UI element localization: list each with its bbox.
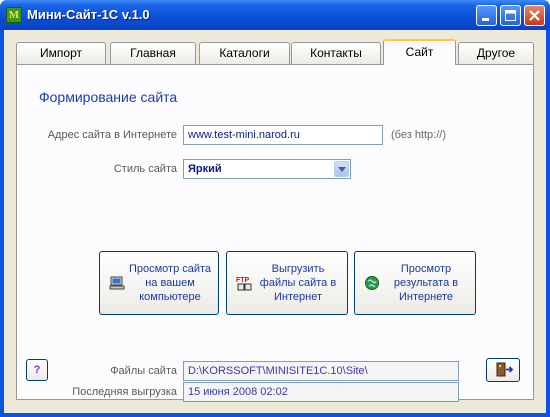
site-style-select[interactable]: Яркий — [183, 159, 351, 179]
close-icon — [529, 10, 540, 21]
last-upload-field: 15 июня 2008 02:02 — [183, 382, 459, 402]
svg-text:FTP: FTP — [236, 277, 250, 284]
site-style-value: Яркий — [188, 163, 222, 175]
exit-button[interactable] — [486, 358, 520, 382]
preview-local-label: Просмотр сайта на вашем компьютере — [128, 263, 212, 303]
ftp-icon: FTP — [236, 277, 252, 291]
computer-icon — [109, 276, 125, 290]
preview-internet-button[interactable]: Просмотр результата в Интернете — [354, 251, 476, 315]
chevron-down-icon[interactable] — [334, 161, 349, 177]
tab-contacts[interactable]: Контакты — [291, 42, 381, 64]
client-area: Импорт Главная Каталоги Контакты Сайт Др… — [4, 30, 546, 413]
site-address-label: Адрес сайта в Интернете — [47, 129, 177, 141]
site-files-field: D:\KORSSOFT\MINISITE1C.10\Site\ — [183, 361, 459, 381]
minimize-icon — [482, 18, 489, 21]
maximize-button[interactable] — [500, 5, 521, 26]
upload-ftp-button[interactable]: FTP Выгрузить файлы сайта в Интернет — [226, 251, 348, 315]
exit-door-icon — [496, 362, 514, 377]
site-files-label: Файлы сайта — [110, 365, 177, 377]
close-button[interactable] — [524, 5, 545, 26]
maximize-icon — [505, 10, 516, 21]
last-upload-label: Последняя выгрузка — [72, 386, 177, 398]
tab-main[interactable]: Главная — [110, 42, 196, 64]
site-address-input[interactable]: www.test-mini.narod.ru — [183, 125, 383, 145]
tab-site[interactable]: Сайт — [383, 39, 456, 65]
preview-internet-label: Просмотр результата в Интернете — [393, 263, 459, 303]
site-address-hint: (без http://) — [391, 129, 446, 141]
tab-catalogs[interactable]: Каталоги — [199, 42, 290, 64]
preview-local-button[interactable]: Просмотр сайта на вашем компьютере — [99, 251, 219, 315]
site-panel: Формирование сайта Адрес сайта в Интерне… — [16, 64, 534, 402]
globe-icon — [365, 276, 379, 290]
site-style-label: Стиль сайта — [113, 163, 177, 175]
section-title: Формирование сайта — [39, 89, 178, 105]
app-icon: M — [6, 7, 22, 23]
tab-import[interactable]: Импорт — [16, 42, 106, 64]
upload-ftp-label: Выгрузить файлы сайта в Интернет — [259, 263, 337, 303]
window-title: Мини-Сайт-1С v.1.0 — [27, 7, 150, 22]
title-bar[interactable]: M Мини-Сайт-1С v.1.0 — [0, 0, 550, 30]
minimize-button[interactable] — [476, 5, 497, 26]
tab-other[interactable]: Другое — [458, 42, 534, 64]
app-window: M Мини-Сайт-1С v.1.0 Импорт Главная Ката… — [0, 0, 550, 417]
help-button[interactable]: ? — [26, 359, 48, 381]
